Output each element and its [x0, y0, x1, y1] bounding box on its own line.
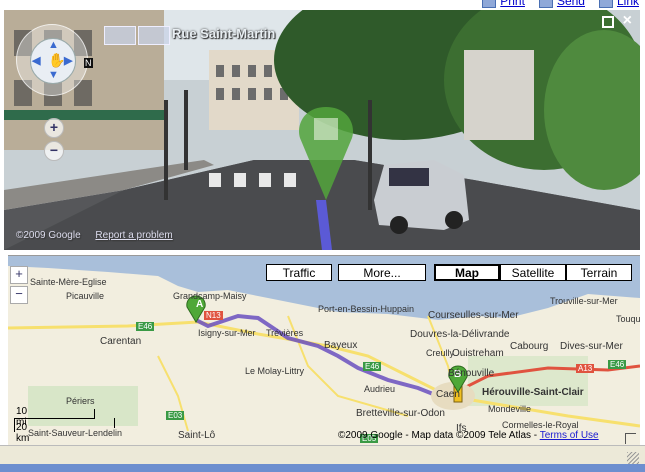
place-picauville: Picauville: [66, 291, 105, 301]
close-icon[interactable]: ×: [623, 12, 632, 30]
expand-icon[interactable]: [602, 16, 614, 28]
place-trouville: Trouville-sur-Mer: [550, 296, 618, 306]
road-shield-e03: E03: [166, 411, 185, 420]
street-view-copyright: ©2009 Google Report a problem: [16, 230, 173, 241]
road-shield-e46b: E46: [363, 362, 382, 371]
map-type-control[interactable]: Map Satellite Terrain: [434, 264, 632, 281]
compass-north-mark: N: [84, 58, 93, 68]
place-periers: Périers: [66, 396, 95, 406]
street-view-zoom-out-button[interactable]: −: [44, 141, 64, 161]
top-bar: Print Send Link: [0, 0, 645, 10]
street-view-panel[interactable]: Rue Saint-Martin × ▲ ▼ ◀ ▶ ✋ N + − ©2009…: [4, 10, 640, 250]
place-ouistreham: Ouistreham: [452, 348, 504, 359]
place-mondeville: Mondeville: [488, 404, 532, 414]
pan-left-icon[interactable]: ◀: [32, 54, 40, 67]
hand-icon: ✋: [48, 52, 66, 68]
place-port-en-bessin: Port-en-Bessin-Huppain: [318, 304, 415, 314]
street-view-image[interactable]: [4, 10, 640, 250]
place-creully: Creully: [426, 348, 455, 358]
place-saint-sauveur: Saint-Sauveur-Lendelin: [28, 428, 123, 438]
print-link[interactable]: Print: [482, 0, 525, 8]
mail-icon: [538, 0, 553, 8]
place-saint-lo: Saint-Lô: [178, 430, 216, 441]
map-zoom-in-button[interactable]: +: [10, 266, 28, 284]
place-grandcamp: Grandcamp-Maisy: [173, 291, 247, 301]
map-zoom-out-button[interactable]: −: [10, 286, 28, 304]
road-shield-e46: E46: [136, 322, 155, 331]
place-sainte-mere: Sainte-Mère-Eglise: [30, 277, 107, 287]
place-dives: Dives-sur-Mer: [560, 341, 623, 352]
resize-grip-icon[interactable]: [627, 452, 639, 464]
report-problem-link[interactable]: Report a problem: [95, 230, 172, 241]
traffic-button[interactable]: Traffic: [266, 264, 332, 281]
map-type-terrain-button[interactable]: Terrain: [566, 264, 632, 281]
place-benouville: Bénouville: [448, 368, 495, 379]
place-cormelles: Cormelles-le-Royal: [502, 420, 579, 430]
place-trevieres: Trévières: [266, 328, 304, 338]
map-corner-toggle[interactable]: [625, 433, 636, 444]
map-overlay-buttons[interactable]: Traffic More...: [266, 264, 426, 281]
map-zoom-control[interactable]: + −: [10, 266, 28, 306]
place-caen: Caen: [436, 389, 460, 400]
map-copyright: ©2009 Google - Map data ©2009 Tele Atlas…: [338, 430, 599, 441]
street-view-tab-forward[interactable]: [138, 26, 170, 45]
place-isigny: Isigny-sur-Mer: [198, 328, 256, 338]
scale-km: 20 km: [16, 422, 30, 444]
print-icon: [482, 0, 497, 8]
pan-down-icon[interactable]: ▼: [48, 69, 59, 81]
place-audrieu: Audrieu: [364, 384, 396, 394]
street-view-tabs[interactable]: [104, 26, 170, 45]
link-link[interactable]: Link: [598, 0, 639, 8]
place-cabourg: Cabourg: [510, 341, 549, 352]
street-view-zoom-control[interactable]: + −: [44, 118, 64, 161]
place-touques: Touque: [616, 314, 640, 324]
road-shield-a13: A13: [576, 364, 595, 373]
window-status-bar: [0, 445, 645, 472]
terms-of-use-link[interactable]: Terms of Use: [540, 430, 599, 441]
street-view-zoom-in-button[interactable]: +: [44, 118, 64, 138]
map-type-satellite-button[interactable]: Satellite: [500, 264, 566, 281]
road-shield-e46c: E46: [608, 360, 627, 369]
road-shield-n13: N13: [204, 311, 223, 320]
map-copyright-text: ©2009 Google - Map data ©2009 Tele Atlas…: [338, 430, 540, 441]
place-bretteville: Bretteville-sur-Odon: [356, 408, 445, 419]
street-name: Rue Saint-Martin: [172, 26, 276, 41]
place-le-molay: Le Molay-Littry: [245, 366, 305, 376]
place-douvres: Douvres-la-Délivrande: [410, 329, 510, 340]
more-button[interactable]: More...: [338, 264, 426, 281]
street-view-navigation-control[interactable]: ▲ ▼ ◀ ▶ ✋: [16, 24, 88, 96]
map-type-map-button[interactable]: Map: [434, 264, 500, 281]
place-courseulles: Courseulles-sur-Mer: [428, 310, 519, 321]
place-carentan: Carentan: [100, 336, 142, 347]
link-icon: [598, 0, 613, 8]
street-view-tab-back[interactable]: [104, 26, 136, 45]
map-panel[interactable]: A B E46 N13 E46 E46 A13 E03 E05 Sainte-M…: [8, 255, 640, 446]
place-bayeux: Bayeux: [324, 340, 358, 351]
send-link[interactable]: Send: [538, 0, 585, 8]
street-view-copyright-text: ©2009 Google: [16, 230, 81, 241]
pan-control[interactable]: ▲ ▼ ◀ ▶ ✋: [30, 38, 76, 84]
pan-up-icon[interactable]: ▲: [48, 39, 59, 51]
place-herouville: Hérouville-Saint-Clair: [482, 387, 584, 398]
